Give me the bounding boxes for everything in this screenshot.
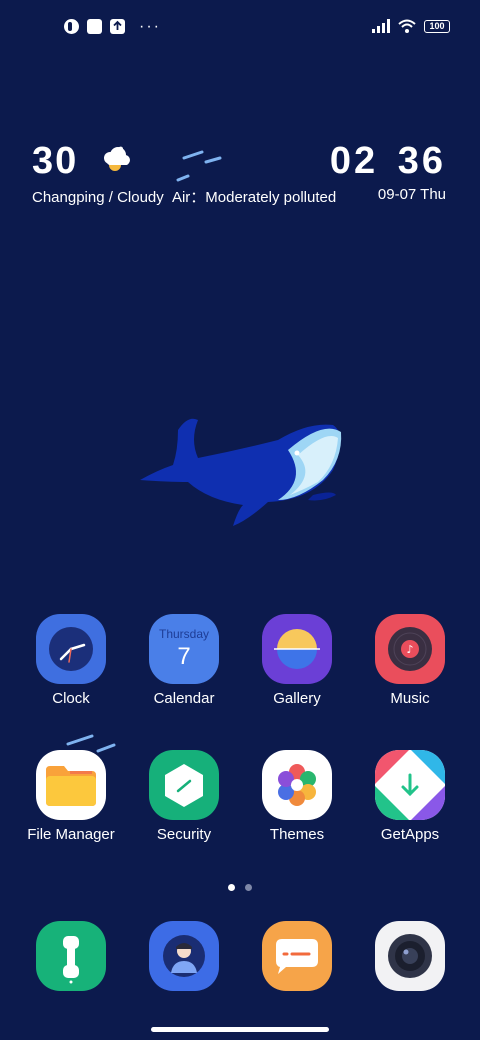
app-security[interactable]: Security [129, 750, 239, 843]
calendar-day-name: Thursday [158, 627, 210, 641]
app-label: Security [156, 826, 212, 843]
whale-wallpaper-illustration [140, 418, 342, 526]
app-label: GetApps [380, 826, 440, 843]
gallery-icon [262, 614, 332, 684]
cloudy-icon [104, 147, 130, 171]
upload-icon [110, 19, 125, 34]
battery-icon: 100 [424, 19, 450, 33]
system-icons: 100 [372, 19, 450, 33]
app-label: Themes [269, 826, 325, 843]
svg-text:♪: ♪ [406, 643, 413, 656]
camera-icon [375, 921, 445, 991]
app-label: Gallery [273, 690, 321, 707]
temperature: 30 [32, 140, 79, 182]
dock-phone[interactable] [16, 921, 126, 991]
security-icon [149, 750, 219, 820]
app-clock[interactable]: Clock [16, 614, 126, 707]
contacts-icon [149, 921, 219, 991]
decorative-streaks-icon [176, 150, 222, 182]
air-quality: Air：Moderately polluted [171, 189, 337, 206]
app-gallery[interactable]: Gallery [242, 614, 352, 707]
music-icon: ♪ [375, 614, 445, 684]
dock-camera[interactable] [355, 921, 465, 991]
wifi-icon [398, 19, 416, 33]
app-label: File Manager [27, 826, 115, 843]
notification-icons: ··· [64, 18, 161, 35]
app-file-manager[interactable]: File Manager [16, 750, 126, 843]
clock-time[interactable]: 02 36 [330, 140, 446, 183]
more-dots-icon: ··· [139, 18, 161, 35]
status-bar: ··· 100 [0, 0, 480, 56]
square-icon [87, 19, 102, 34]
dock-contacts[interactable] [129, 921, 239, 991]
clock-date: 09-07 Thu [377, 186, 446, 203]
calendar-icon: Thursday 7 [149, 614, 219, 684]
app-indicator-icon [64, 19, 79, 34]
page-dot [245, 884, 252, 891]
app-music[interactable]: ♪ Music [355, 614, 465, 707]
app-label: Clock [52, 690, 90, 707]
home-gesture-bar[interactable] [151, 1027, 329, 1032]
location-weather: Changping / Cloudy [32, 189, 164, 206]
weather-widget[interactable]: 30 °C [32, 140, 130, 183]
page-indicator[interactable] [0, 878, 480, 896]
app-themes[interactable]: Themes [242, 750, 352, 843]
app-label: Music [390, 690, 430, 707]
calendar-day-number: 7 [177, 643, 191, 670]
dock-messages[interactable] [242, 921, 352, 991]
phone-icon [36, 921, 106, 991]
app-label: Calendar [153, 690, 215, 707]
themes-icon [262, 750, 332, 820]
signal-icon [372, 19, 390, 33]
page-dot-active [228, 884, 235, 891]
messages-icon [262, 921, 332, 991]
app-getapps[interactable]: GetApps [355, 750, 465, 843]
getapps-icon [375, 750, 445, 820]
folder-icon [36, 750, 106, 820]
clock-icon [36, 614, 106, 684]
weather-details: Changping / Cloudy Air：Moderately pollut… [32, 186, 336, 207]
app-calendar[interactable]: Thursday 7 Calendar [129, 614, 239, 707]
